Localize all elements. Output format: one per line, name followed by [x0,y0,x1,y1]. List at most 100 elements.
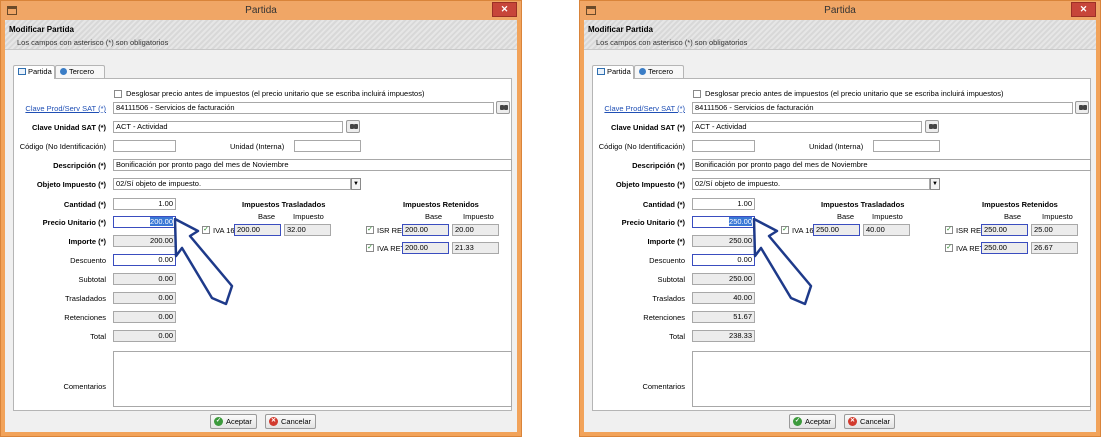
iva-ret-checkbox[interactable]: ✓ [945,244,953,252]
importe-label: Importe (*) [647,237,686,246]
dropdown-arrow-icon[interactable]: ▼ [930,178,940,190]
descuento-field[interactable]: 0.00 [113,254,176,266]
clave-prod-field[interactable]: 84111506 - Servicios de facturación [692,102,1073,114]
impuesto-heading: Impuesto [463,212,494,221]
iva16-impuesto-field: 32.00 [284,224,331,236]
isr-ret-checkbox[interactable]: ✓ [366,226,374,234]
objeto-select[interactable]: 02/Sí objeto de impuesto. [113,178,351,190]
precio-value: 200.00 [150,217,173,226]
descripcion-field[interactable]: Bonificación por pronto pago del mes de … [113,159,512,171]
aceptar-button[interactable]: ✓ Aceptar [789,414,836,429]
objeto-label: Objeto Impuesto (*) [36,180,106,189]
impuesto-heading: Impuesto [1042,212,1073,221]
precio-label: Precio Unitario (*) [621,218,685,227]
iva-ret-checkbox[interactable]: ✓ [366,244,374,252]
comentarios-textarea[interactable] [692,351,1091,407]
title-bar[interactable]: Partida ✕ [580,1,1100,20]
base-heading: Base [425,212,443,221]
clave-unidad-field[interactable]: ACT - Actividad [692,121,922,133]
base-heading: Base [837,212,855,221]
dialog-header: Modificar Partida Los campos con asteris… [584,20,1096,50]
iva-ret-base-field[interactable]: 200.00 [402,242,449,254]
binoculars-icon[interactable] [346,120,360,133]
objeto-select[interactable]: 02/Sí objeto de impuesto. [692,178,930,190]
descripcion-field[interactable]: Bonificación por pronto pago del mes de … [692,159,1091,171]
tab-tercero[interactable]: Tercero [55,65,105,79]
cancelar-button[interactable]: ✕ Cancelar [844,414,896,429]
binoculars-icon[interactable] [925,120,939,133]
precio-field[interactable]: 200.00 [113,216,176,228]
cancelar-button[interactable]: ✕ Cancelar [265,414,317,429]
dropdown-arrow-icon[interactable]: ▼ [351,178,361,190]
retenciones-label: Retenciones [64,313,106,322]
unidad-interna-field[interactable] [873,140,940,152]
retenciones-field: 51.67 [692,311,755,323]
cancel-icon: ✕ [269,417,278,426]
header-subtitle: Los campos con asterisco (*) son obligat… [596,38,748,47]
descripcion-label: Descripción (*) [632,161,685,170]
binoculars-icon[interactable] [1075,101,1089,114]
comentarios-label: Comentarios [642,382,685,391]
partida-panel: Desglosar precio antes de impuestos (el … [13,78,512,411]
trasladados-field: 40.00 [692,292,755,304]
isr-ret-checkbox[interactable]: ✓ [945,226,953,234]
subtotal-field: 250.00 [692,273,755,285]
desglosar-checkbox[interactable] [693,90,701,98]
subtotal-label: Subtotal [78,275,106,284]
cancelar-label: Cancelar [860,417,891,426]
check-icon: ✓ [946,244,952,251]
trasladados-field: 0.00 [113,292,176,304]
accept-icon: ✓ [214,417,223,426]
clave-prod-link[interactable]: Clave Prod/Serv SAT (*) [25,104,106,113]
aceptar-label: Aceptar [226,417,252,426]
descripcion-label: Descripción (*) [53,161,106,170]
traslados-heading: Impuestos Trasladados [821,200,905,209]
cantidad-label: Cantidad (*) [642,200,685,209]
binoculars-icon[interactable] [496,101,510,114]
importe-label: Importe (*) [68,237,107,246]
accept-icon: ✓ [793,417,802,426]
tab-partida[interactable]: Partida [13,65,55,79]
codigo-label: Código (No Identificación) [19,142,106,151]
desglosar-label: Desglosar precio antes de impuestos (el … [705,89,1004,98]
codigo-field[interactable] [692,140,755,152]
header-title: Modificar Partida [9,25,74,34]
desglosar-checkbox[interactable] [114,90,122,98]
clave-unidad-field[interactable]: ACT - Actividad [113,121,343,133]
impuesto-heading: Impuesto [293,212,324,221]
clave-prod-field[interactable]: 84111506 - Servicios de facturación [113,102,494,114]
comentarios-textarea[interactable] [113,351,512,407]
trasladados-label: Traslados [652,294,685,303]
retenidos-heading: Impuestos Retenidos [982,200,1058,209]
tab-label: Tercero [69,67,95,76]
close-button[interactable]: ✕ [492,2,517,17]
dialog-content: Modificar Partida Los campos con asteris… [584,20,1096,432]
pointer-arrow [173,217,234,306]
tab-partida[interactable]: Partida [592,65,634,79]
isr-ret-base-field[interactable]: 250.00 [981,224,1028,236]
aceptar-button[interactable]: ✓ Aceptar [210,414,257,429]
codigo-field[interactable] [113,140,176,152]
precio-field[interactable]: 250.00 [692,216,755,228]
window-title: Partida [245,5,277,16]
cantidad-field[interactable]: 1.00 [113,198,176,210]
descuento-label: Descuento [649,256,685,265]
impuesto-heading: Impuesto [872,212,903,221]
objeto-label: Objeto Impuesto (*) [615,180,685,189]
close-button[interactable]: ✕ [1071,2,1096,17]
tab-tercero[interactable]: Tercero [634,65,684,79]
isr-ret-base-field[interactable]: 200.00 [402,224,449,236]
descuento-field[interactable]: 0.00 [692,254,755,266]
person-icon [60,68,67,75]
cancel-icon: ✕ [848,417,857,426]
aceptar-label: Aceptar [805,417,831,426]
clave-prod-link[interactable]: Clave Prod/Serv SAT (*) [604,104,685,113]
iva-ret-base-field[interactable]: 250.00 [981,242,1028,254]
check-icon: ✓ [946,226,952,233]
unidad-interna-field[interactable] [294,140,361,152]
precio-label: Precio Unitario (*) [42,218,106,227]
cantidad-field[interactable]: 1.00 [692,198,755,210]
title-bar[interactable]: Partida ✕ [1,1,521,20]
base-heading: Base [1004,212,1022,221]
check-icon: ✓ [367,244,373,251]
